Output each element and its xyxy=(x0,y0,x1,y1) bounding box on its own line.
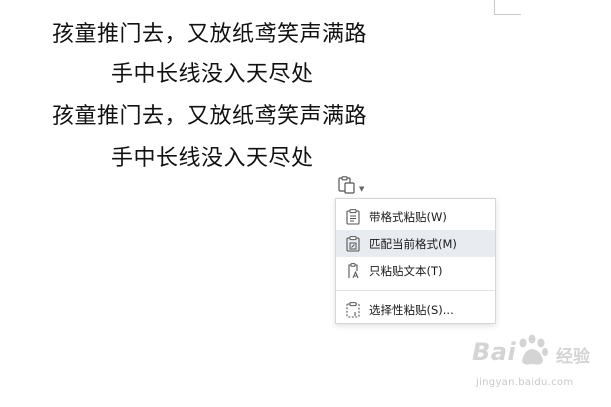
paste-text-only-icon xyxy=(345,262,361,279)
watermark-url: jingyan.baidu.com xyxy=(476,377,574,388)
menu-item-label: 选择性粘贴(S)... xyxy=(369,302,454,317)
document-line[interactable]: 手中长线没入天尽处 xyxy=(111,62,314,88)
menu-item-paste-keep-format[interactable]: 带格式粘贴(W) xyxy=(336,203,495,230)
watermark-brand: Bai xyxy=(472,338,517,366)
paste-keep-format-icon xyxy=(345,208,361,225)
menu-divider xyxy=(336,290,495,291)
menu-item-label: 带格式粘贴(W) xyxy=(369,209,447,224)
paste-match-format-icon xyxy=(345,235,361,252)
document-line[interactable]: 孩童推门去，又放纸鸢笑声满路 xyxy=(52,22,367,48)
paste-options-button[interactable]: ▼ xyxy=(335,176,369,198)
page-corner-mark xyxy=(494,0,521,15)
menu-item-label: 匹配当前格式(M) xyxy=(369,236,457,251)
chevron-down-icon: ▼ xyxy=(359,185,365,193)
watermark-brand-suffix: 经验 xyxy=(556,347,590,367)
paste-special-icon xyxy=(345,301,361,318)
clipboard-paste-icon xyxy=(337,176,357,198)
menu-item-paste-special[interactable]: 选择性粘贴(S)... xyxy=(336,296,495,323)
menu-item-paste-match-format[interactable]: 匹配当前格式(M) xyxy=(336,230,495,257)
menu-item-paste-text-only[interactable]: 只粘贴文本(T) xyxy=(336,257,495,284)
watermark: Bai 经验 jingyan.baidu.com xyxy=(470,330,606,400)
paste-options-menu: 带格式粘贴(W) 匹配当前格式(M) 只粘贴文本(T) 选择性粘贴(S)... xyxy=(335,198,496,324)
document-line[interactable]: 手中长线没入天尽处 xyxy=(111,146,314,172)
paw-logo-icon xyxy=(519,334,548,365)
document-line[interactable]: 孩童推门去，又放纸鸢笑声满路 xyxy=(52,104,367,130)
menu-item-label: 只粘贴文本(T) xyxy=(369,263,443,278)
